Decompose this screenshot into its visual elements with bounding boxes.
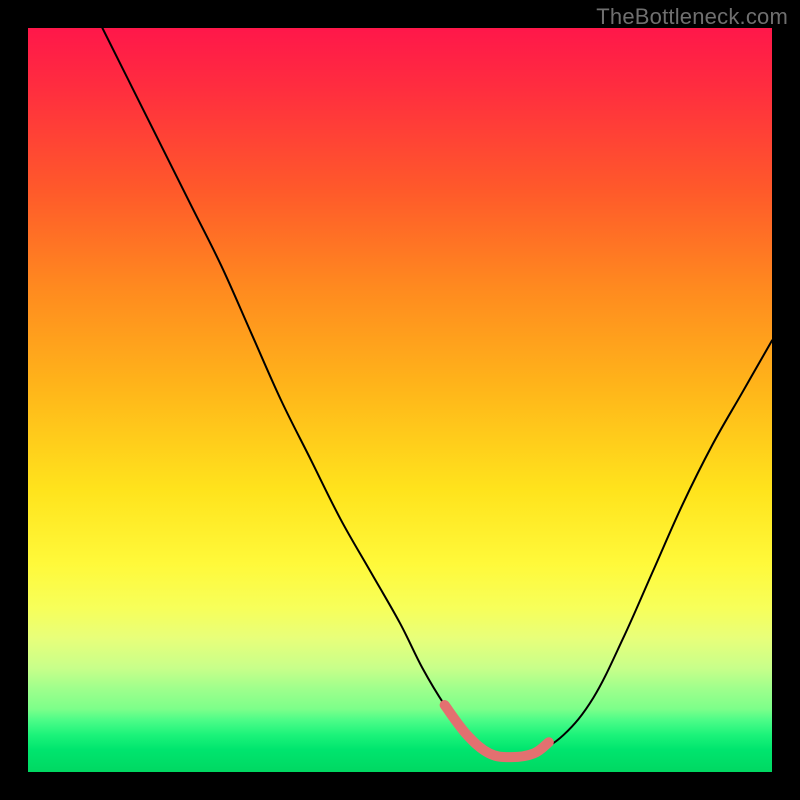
curve-bottom-highlight: [445, 705, 549, 757]
curve-layer: [28, 28, 772, 772]
attribution-text: TheBottleneck.com: [596, 4, 788, 30]
bottleneck-curve: [102, 28, 772, 757]
chart-stage: TheBottleneck.com: [0, 0, 800, 800]
plot-area: [28, 28, 772, 772]
